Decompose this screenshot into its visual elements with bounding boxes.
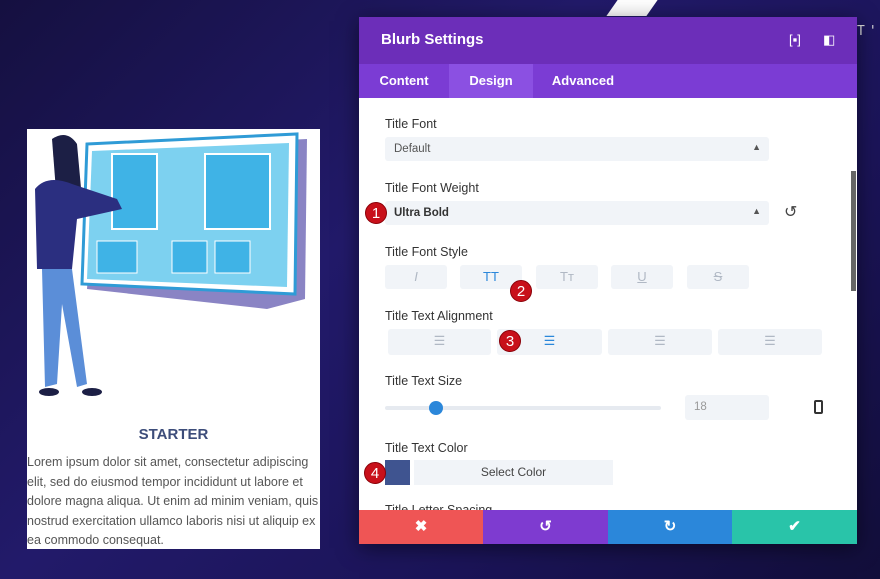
- align-left-button[interactable]: ☰: [388, 329, 491, 355]
- tab-content[interactable]: Content: [359, 64, 449, 98]
- text-size-input[interactable]: 18: [685, 395, 769, 420]
- align-right-icon: ☰: [654, 333, 666, 348]
- step-badge-2: 2: [510, 280, 532, 302]
- align-left-icon: ☰: [433, 333, 446, 348]
- blurb-illustration: [35, 132, 307, 396]
- scrollbar[interactable]: [851, 171, 856, 291]
- card-body: Lorem ipsum dolor sit amet, consectetur …: [27, 455, 319, 547]
- title-text-color-label: Title Text Color: [385, 441, 468, 455]
- italic-button[interactable]: I: [385, 265, 447, 289]
- undo-icon: ↺: [539, 518, 552, 535]
- color-swatch[interactable]: [385, 460, 410, 485]
- title-font-select[interactable]: Default ▲: [385, 137, 769, 161]
- underline-button[interactable]: U: [611, 265, 673, 289]
- blurb-card: STARTER Lorem ipsum dolor sit amet, cons…: [27, 129, 320, 549]
- title-font-label: Title Font: [385, 117, 437, 131]
- modal-header: Blurb Settings [▪] ◧: [359, 17, 857, 64]
- small-caps-button[interactable]: Tт: [536, 265, 598, 289]
- step-badge-4: 4: [364, 462, 386, 484]
- title-font-style-label: Title Font Style: [385, 245, 468, 259]
- reset-icon[interactable]: ↺: [784, 202, 797, 222]
- title-text-alignment-label: Title Text Alignment: [385, 309, 493, 323]
- modal-title: Blurb Settings: [381, 31, 484, 48]
- fullscreen-icon[interactable]: [▪]: [789, 32, 801, 47]
- align-justify-button[interactable]: ☰: [718, 329, 822, 355]
- save-button[interactable]: ✔: [732, 510, 857, 544]
- title-font-value: Default: [394, 143, 431, 155]
- card-title: STARTER: [138, 426, 209, 443]
- background-stripe: [606, 0, 658, 16]
- strikethrough-button[interactable]: S: [687, 265, 749, 289]
- align-center-icon: ☰: [543, 333, 556, 348]
- tab-design[interactable]: Design: [449, 64, 533, 98]
- redo-icon: ↻: [663, 518, 677, 535]
- redo-button[interactable]: ↻: [608, 510, 732, 544]
- text-size-slider[interactable]: [385, 406, 661, 410]
- step-badge-3: 3: [499, 330, 521, 352]
- align-right-button[interactable]: ☰: [608, 329, 712, 355]
- cancel-button[interactable]: ✖: [359, 510, 483, 544]
- blurb-settings-modal: Blurb Settings [▪] ◧ Content Design Adva…: [359, 17, 857, 544]
- title-font-weight-select[interactable]: Ultra Bold ▲: [385, 201, 769, 225]
- align-justify-icon: ☰: [764, 333, 776, 348]
- tab-advanced[interactable]: Advanced: [533, 64, 633, 98]
- select-color-button[interactable]: Select Color: [414, 460, 613, 485]
- select-arrows-icon: ▲: [752, 142, 761, 152]
- title-font-weight-label: Title Font Weight: [385, 181, 479, 195]
- select-arrows-icon: ▲: [752, 206, 761, 216]
- check-icon: ✔: [788, 518, 801, 535]
- close-icon: ✖: [414, 518, 428, 535]
- step-badge-1: 1: [365, 202, 387, 224]
- slider-thumb[interactable]: [429, 401, 443, 415]
- title-text-size-label: Title Text Size: [385, 374, 463, 388]
- undo-button[interactable]: ↺: [483, 510, 608, 544]
- title-font-weight-value: Ultra Bold: [394, 207, 449, 219]
- sidebar-layout-icon[interactable]: ◧: [823, 32, 835, 48]
- phone-icon[interactable]: [814, 400, 823, 414]
- background-text: T'S: [857, 24, 880, 39]
- tab-bar: Content Design Advanced: [359, 64, 857, 98]
